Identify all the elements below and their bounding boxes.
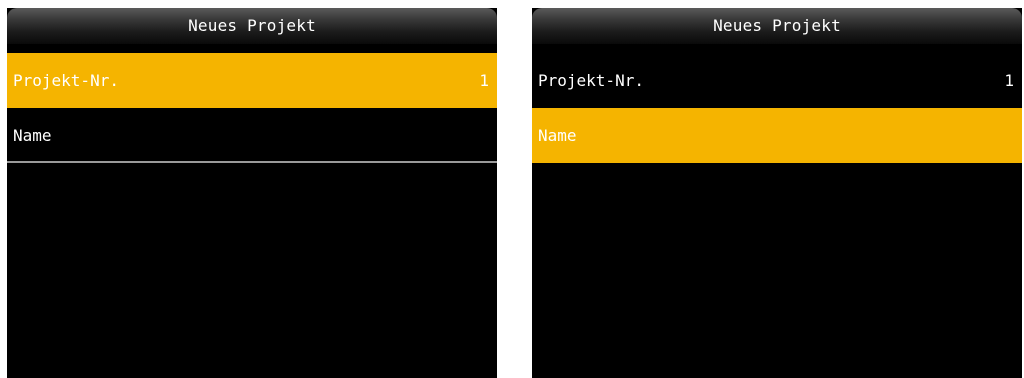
menu-item-label: Projekt-Nr. <box>13 71 119 90</box>
menu-item-value: 1 <box>1004 71 1014 90</box>
device-screen-right: Neues Projekt Projekt-Nr. 1 Name <box>532 8 1022 378</box>
screen-title: Neues Projekt <box>7 8 497 44</box>
screen-title: Neues Projekt <box>532 8 1022 44</box>
device-screen-left: Neues Projekt Projekt-Nr. 1 Name <box>7 8 497 378</box>
menu-item-label: Name <box>13 126 52 145</box>
menu-item-label: Projekt-Nr. <box>538 71 644 90</box>
menu-item-value: 1 <box>479 71 489 90</box>
menu-item-projekt-nr[interactable]: Projekt-Nr. 1 <box>532 53 1022 108</box>
menu-item-projekt-nr[interactable]: Projekt-Nr. 1 <box>7 53 497 108</box>
menu-item-name[interactable]: Name <box>532 108 1022 163</box>
menu-item-name[interactable]: Name <box>7 108 497 163</box>
menu-item-label: Name <box>538 126 577 145</box>
